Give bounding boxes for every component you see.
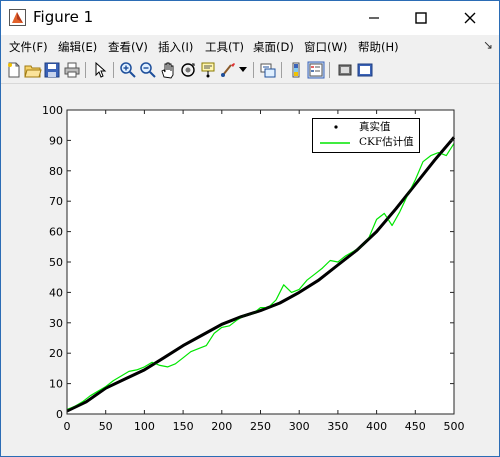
- colorbar-icon[interactable]: [287, 61, 305, 79]
- show-plot-tools-icon[interactable]: [356, 61, 374, 79]
- menu-view[interactable]: 查看(V): [108, 39, 148, 55]
- x-tick-label: 100: [134, 420, 155, 433]
- legend-label-ckf: CKF估计值: [359, 136, 414, 148]
- open-file-icon[interactable]: [24, 61, 42, 79]
- x-tick-label: 150: [173, 420, 194, 433]
- x-tick-label: 400: [366, 420, 387, 433]
- toolbar-separator: [253, 62, 254, 78]
- minimize-button[interactable]: [351, 1, 397, 35]
- menu-bar: 文件(F) 编辑(E) 查看(V) 插入(I) 工具(T) 桌面(D) 窗口(W…: [1, 35, 499, 57]
- zoom-in-icon[interactable]: [119, 61, 137, 79]
- axes-background: [67, 110, 454, 414]
- y-tick-label: 50: [49, 256, 63, 269]
- legend-label-true: 真实值: [359, 121, 391, 133]
- zoom-out-icon[interactable]: [139, 61, 157, 79]
- x-tick-label: 0: [64, 420, 71, 433]
- y-tick-label: 30: [49, 317, 63, 330]
- toolbar: [1, 57, 499, 84]
- close-button[interactable]: [447, 1, 493, 35]
- y-tick-label: 0: [56, 408, 63, 421]
- legend-marker-true: [334, 125, 338, 129]
- chart-legend[interactable]: 真实值 CKF估计值: [312, 118, 420, 153]
- toolbar-separator: [85, 62, 86, 78]
- brush-icon[interactable]: [219, 61, 237, 79]
- y-tick-label: 70: [49, 195, 63, 208]
- pointer-icon[interactable]: [91, 61, 109, 79]
- save-icon[interactable]: [43, 61, 61, 79]
- x-tick-label: 300: [289, 420, 310, 433]
- menu-help[interactable]: 帮助(H): [358, 39, 399, 55]
- window-title: Figure 1: [33, 8, 94, 26]
- menu-window[interactable]: 窗口(W): [304, 39, 347, 55]
- x-tick-label: 250: [250, 420, 271, 433]
- x-tick-label: 50: [99, 420, 113, 433]
- y-tick-label: 10: [49, 378, 63, 391]
- title-bar: Figure 1: [1, 1, 499, 35]
- y-tick-label: 40: [49, 286, 63, 299]
- data-cursor-icon[interactable]: [199, 61, 217, 79]
- x-tick-label: 350: [327, 420, 348, 433]
- close-icon: [464, 12, 476, 24]
- pan-hand-icon[interactable]: [159, 61, 177, 79]
- legend-line-ckf: [320, 142, 350, 144]
- y-tick-label: 90: [49, 134, 63, 147]
- menu-desktop[interactable]: 桌面(D): [253, 39, 294, 55]
- y-tick-label: 20: [49, 347, 63, 360]
- dock-arrow-icon[interactable]: ↘: [483, 38, 493, 52]
- print-icon[interactable]: [63, 61, 81, 79]
- brush-dropdown-icon[interactable]: [239, 67, 247, 73]
- matlab-figure-icon: [9, 9, 26, 26]
- y-tick-label: 100: [42, 104, 63, 117]
- link-plot-icon[interactable]: [259, 61, 277, 79]
- toolbar-separator: [329, 62, 330, 78]
- legend-icon[interactable]: [307, 61, 325, 79]
- menu-insert[interactable]: 插入(I): [158, 39, 193, 55]
- menu-edit[interactable]: 编辑(E): [58, 39, 97, 55]
- x-tick-label: 450: [405, 420, 426, 433]
- minimize-icon: [369, 17, 379, 19]
- menu-file[interactable]: 文件(F): [9, 39, 48, 55]
- toolbar-separator: [113, 62, 114, 78]
- toolbar-separator: [281, 62, 282, 78]
- maximize-button[interactable]: [398, 1, 444, 35]
- y-tick-label: 80: [49, 165, 63, 178]
- y-tick-label: 60: [49, 226, 63, 239]
- rotate-3d-icon[interactable]: [179, 61, 197, 79]
- figure-canvas: 0 50 100 150 200 250 300 350 400 450 500 0 10 20 30 40 5…: [1, 84, 499, 456]
- new-figure-icon[interactable]: [5, 61, 23, 79]
- maximize-icon: [415, 12, 427, 24]
- x-tick-label: 200: [211, 420, 232, 433]
- menu-tools[interactable]: 工具(T): [205, 39, 244, 55]
- x-tick-label: 500: [444, 420, 465, 433]
- line-chart[interactable]: 0 50 100 150 200 250 300 350 400 450 500 0 10 20 30 40 5…: [1, 84, 499, 456]
- hide-plot-tools-icon[interactable]: [336, 61, 354, 79]
- figure-window: Figure 1 文件(F) 编辑(E) 查看(V) 插入(I) 工具(T) 桌…: [0, 0, 500, 457]
